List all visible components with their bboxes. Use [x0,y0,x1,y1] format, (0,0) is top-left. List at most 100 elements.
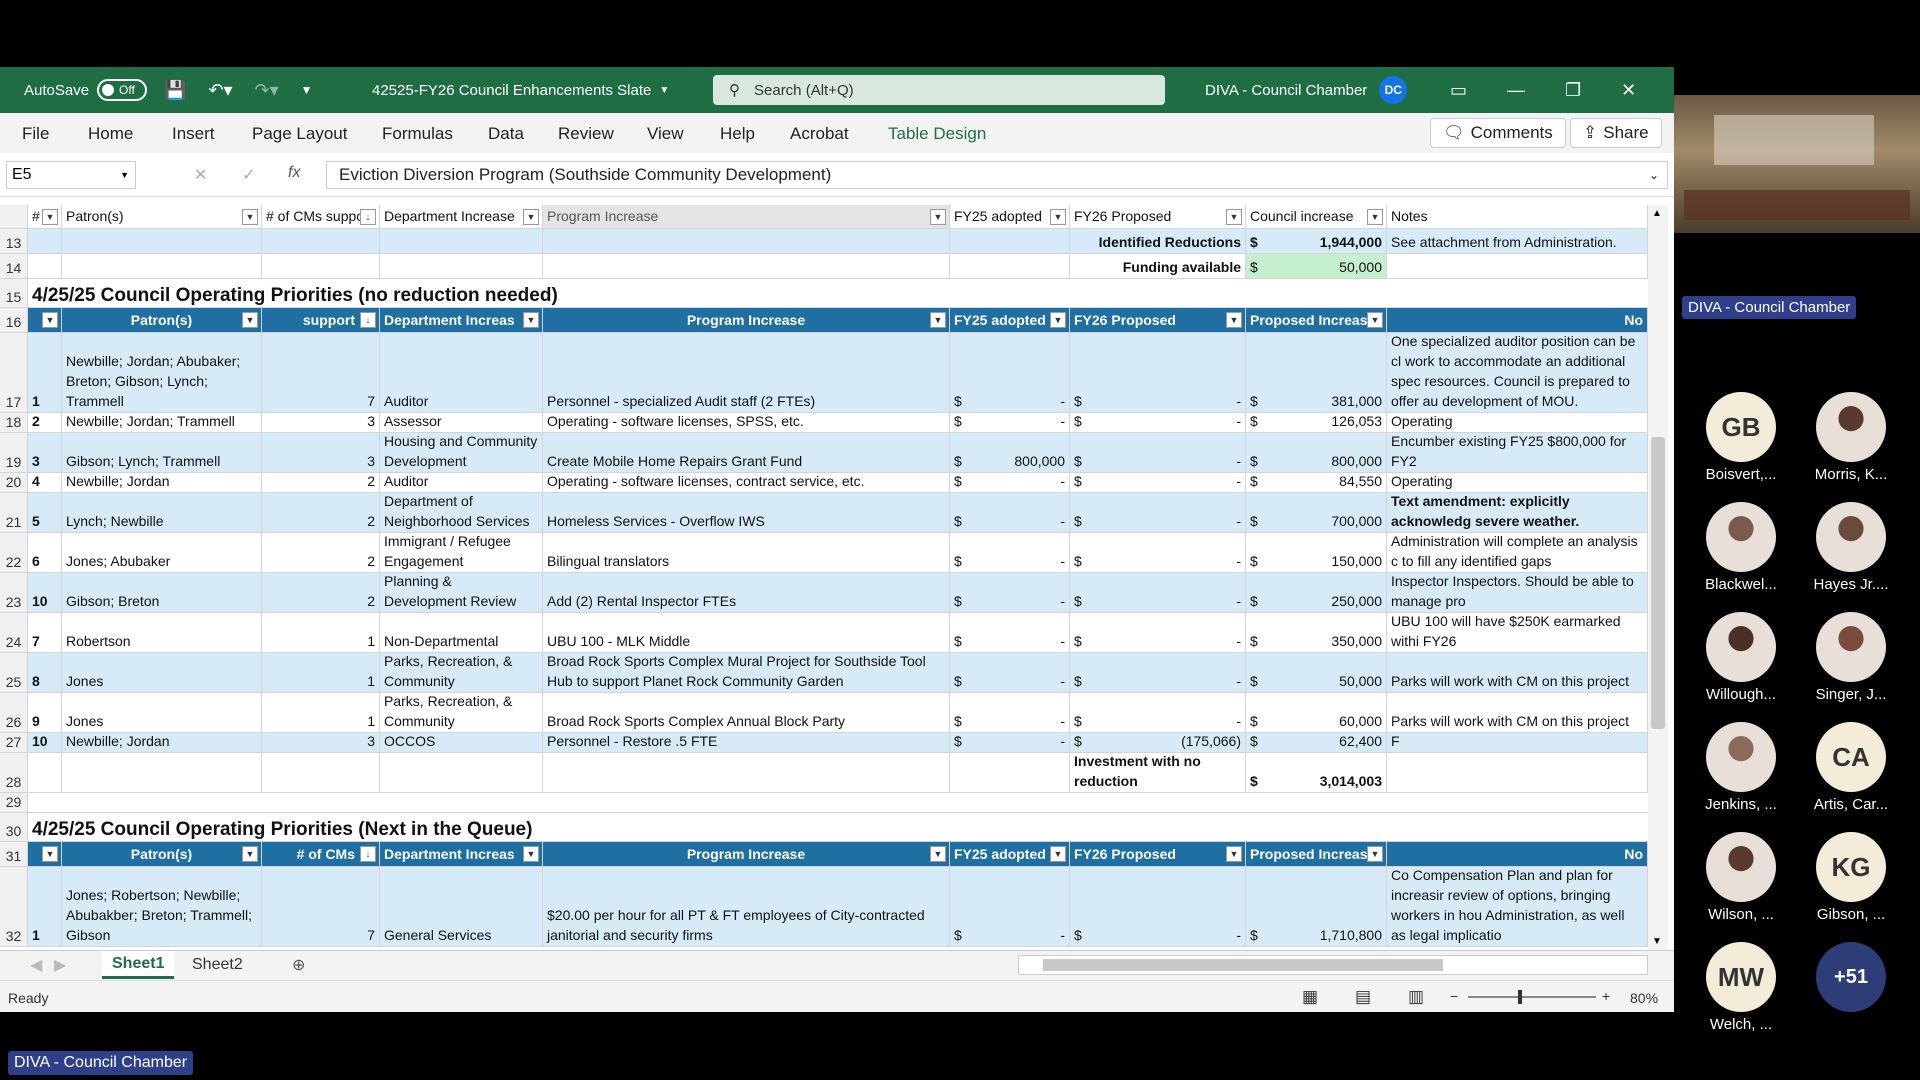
fy26-cell[interactable]: $ - [1070,493,1246,532]
program-cell[interactable]: Create Mobile Home Repairs Grant Fund [543,433,950,472]
support-count[interactable]: 2 [262,533,380,572]
fy26-cell[interactable]: $ (175,066) [1070,733,1246,752]
customize-qat-icon[interactable]: ▼ [301,83,313,97]
fy26-cell[interactable]: $ - [1070,653,1246,692]
expand-formula-icon[interactable]: ⌄ [1649,168,1659,182]
patron-cell[interactable]: Gibson; Breton [62,573,262,612]
menu-page-layout[interactable]: Page Layout [252,124,347,144]
header-id[interactable]: ▼ [28,842,62,866]
cell[interactable] [950,753,1070,792]
fy25-cell[interactable]: $ - [950,653,1070,692]
row-number[interactable]: 13 [0,229,28,253]
participant-avatar[interactable] [1816,502,1886,572]
patron-cell[interactable]: Jones [62,693,262,732]
department-cell[interactable]: Assessor [380,413,543,432]
participant-avatar[interactable]: +51 [1816,942,1886,1012]
page-layout-view-icon[interactable]: ▤ [1355,987,1371,1007]
filter-dropdown-icon[interactable]: ▼ [523,312,539,328]
header-c5[interactable]: FY25 adopted ▼ [950,205,1070,228]
menu-acrobat[interactable]: Acrobat [790,124,849,144]
fy26-cell[interactable]: $ - [1070,613,1246,652]
program-cell[interactable]: Operating - software licenses, contract … [543,473,950,492]
filter-dropdown-icon[interactable]: ▼ [242,312,258,328]
cell[interactable] [262,229,380,253]
support-count[interactable]: 2 [262,473,380,492]
tab-sheet2[interactable]: Sheet2 [182,951,253,979]
investment-label[interactable]: Investment with no reduction [1070,753,1246,792]
program-cell[interactable]: Bilingual translators [543,533,950,572]
increase-cell[interactable]: $150,000 [1246,533,1387,572]
zoom-slider[interactable] [1468,990,1596,1004]
participant-avatar[interactable] [1706,502,1776,572]
horizontal-scrollbar[interactable] [1018,955,1648,975]
department-cell[interactable]: OCCOS [380,733,543,752]
filter-dropdown-icon[interactable]: ↓ [360,208,376,225]
fy25-cell[interactable]: $ - [950,333,1070,412]
investment-total[interactable]: $3,014,003 [1246,753,1387,792]
fy25-cell[interactable]: $ - [950,413,1070,432]
increase-cell[interactable]: $84,550 [1246,473,1387,492]
department-cell[interactable]: General Services [380,867,543,946]
item-number[interactable]: 10 [28,573,62,612]
cell[interactable] [543,254,950,278]
support-count[interactable]: 7 [262,867,380,946]
menu-insert[interactable]: Insert [172,124,215,144]
table-header-c1[interactable]: Patron(s) ▼ [62,842,262,866]
cell[interactable] [262,254,380,278]
filter-dropdown-icon[interactable]: ▼ [1050,846,1066,862]
department-cell[interactable]: Non-Departmental [380,613,543,652]
function-icon[interactable]: fx [288,164,300,182]
save-icon[interactable]: 💾 [164,80,186,101]
filter-dropdown-icon[interactable]: ▼ [1367,208,1383,225]
cell[interactable] [62,229,262,253]
table-header-c3[interactable]: Department Increas ▼ [380,842,543,866]
filter-dropdown-icon[interactable]: ▼ [523,846,539,862]
note-cell[interactable]: Currently 17 Code Enforcement Inspector … [1387,573,1648,612]
filter-dropdown-icon[interactable]: ▼ [42,312,58,328]
normal-view-icon[interactable]: ▦ [1302,987,1318,1007]
menu-table-design[interactable]: Table Design [888,124,986,144]
table-header-c4[interactable]: Program Increase ▼ [543,308,950,332]
table-header-c6[interactable]: FY26 Proposed ▼ [1070,308,1246,332]
filter-dropdown-icon[interactable]: ▼ [42,846,58,862]
filter-dropdown-icon[interactable]: ▼ [242,208,258,225]
cell[interactable] [262,753,380,792]
item-number[interactable]: 2 [28,413,62,432]
identified-reductions-value[interactable]: $1,944,000 [1246,229,1387,253]
patron-cell[interactable]: Jones; Robertson; Newbille; Abubakber; B… [62,867,262,946]
menu-data[interactable]: Data [488,124,524,144]
department-cell[interactable]: Auditor [380,473,543,492]
support-count[interactable]: 1 [262,693,380,732]
note-cell[interactable]: UBU 100 will have $250K earmarked withi … [1387,613,1648,652]
participant-avatar[interactable]: GB [1706,392,1776,462]
row-number[interactable]: 16 [0,308,28,332]
participant-avatar[interactable] [1706,832,1776,902]
table-header-c8[interactable]: No [1387,842,1648,866]
filter-dropdown-icon[interactable]: ▼ [1050,312,1066,328]
table-header-c2[interactable]: # of CMs ↓ [262,842,380,866]
note-cell[interactable]: OCCOS will transfer from FY25 Operating [1387,473,1648,492]
share-button[interactable]: ⇪ Share [1570,118,1662,148]
fy25-cell[interactable]: $ - [950,493,1070,532]
cell[interactable] [28,254,62,278]
item-number[interactable]: 1 [28,333,62,412]
comments-button[interactable]: 🗨 Comments [1430,118,1566,148]
fy26-cell[interactable]: $ - [1070,413,1246,432]
department-cell[interactable]: Parks, Recreation, & Community [380,693,543,732]
item-number[interactable]: 10 [28,733,62,752]
worksheet-grid[interactable]: # ▼ Patron(s) ▼ # of CMs suppc ↓ Department In… [0,205,1674,950]
note-cell[interactable]: See attachment from Administration. [1387,229,1648,253]
filter-dropdown-icon[interactable]: ▼ [1226,208,1242,225]
patron-cell[interactable]: Gibson; Lynch; Trammell [62,433,262,472]
table-header-c7[interactable]: Proposed Increas ▼ [1246,308,1387,332]
department-cell[interactable]: Parks, Recreation, & Community [380,653,543,692]
patron-cell[interactable]: Newbille; Jordan; Trammell [62,413,262,432]
note-cell[interactable]: OCCOS will transfer from FY25 Operating [1387,413,1648,432]
support-count[interactable]: 3 [262,433,380,472]
header-c1[interactable]: Patron(s) ▼ [62,205,262,228]
funding-available-value[interactable]: $50,000 [1246,254,1387,278]
filter-dropdown-icon[interactable]: ▼ [1226,846,1242,862]
header-c4[interactable]: Program Increase ▼ [543,205,950,228]
filter-dropdown-icon[interactable]: ↓ [360,312,376,328]
table-header-c5[interactable]: FY25 adopted ▼ [950,308,1070,332]
